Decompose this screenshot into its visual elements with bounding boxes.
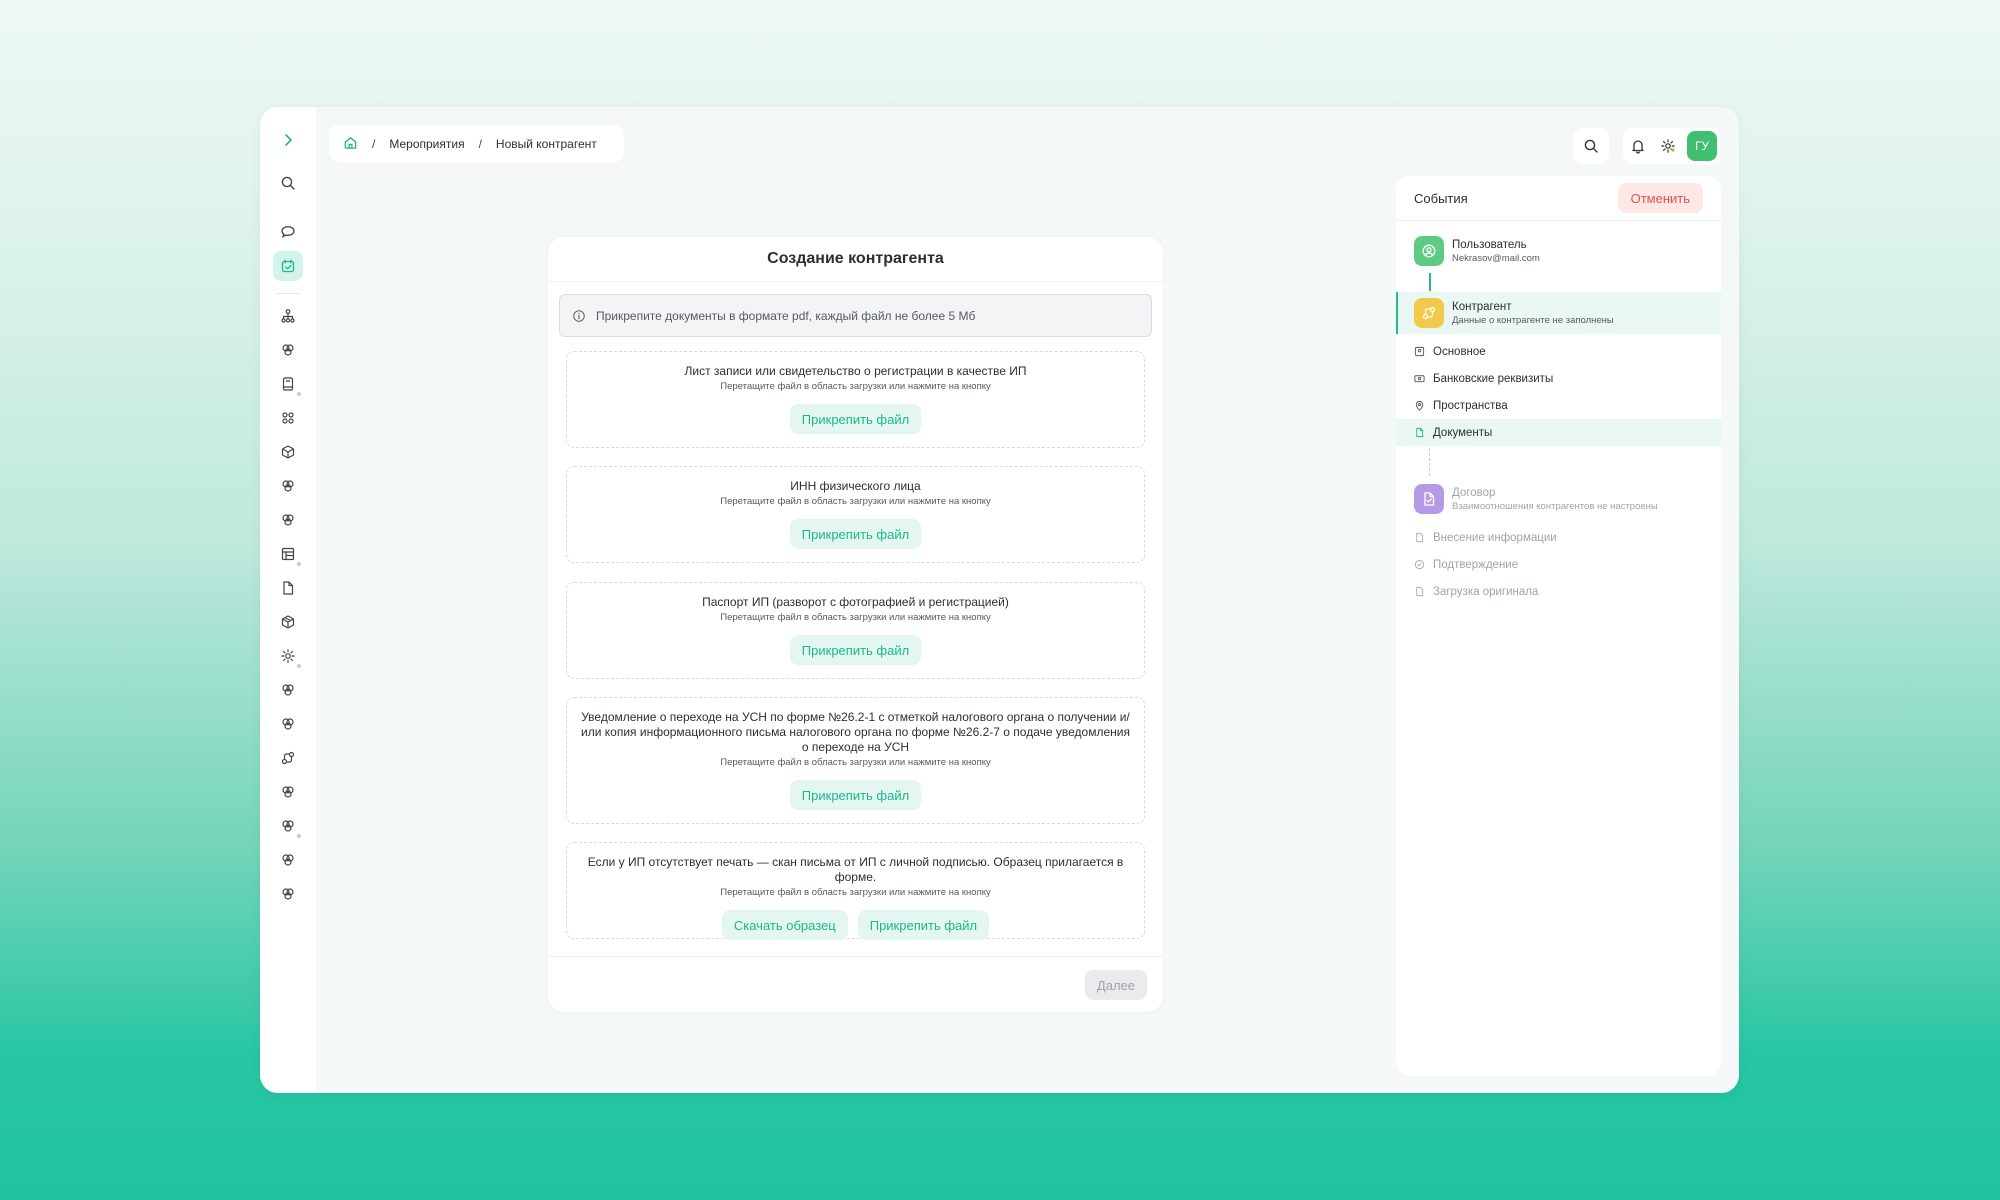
attach-file-button[interactable]: Прикрепить файл: [789, 780, 922, 810]
create-counterparty-card: Создание контрагента Прикрепите документ…: [548, 237, 1163, 1012]
info-banner: Прикрепите документы в формате pdf, кажд…: [559, 294, 1152, 337]
document-icon[interactable]: [273, 573, 303, 603]
upload-title: Если у ИП отсутствует печать — скан пись…: [587, 855, 1124, 884]
events-title: События: [1414, 190, 1468, 206]
upload-zone[interactable]: ИНН физического лица Перетащите файл в о…: [566, 466, 1145, 563]
layers-icon[interactable]: [273, 777, 303, 807]
user-controls: ГУ: [1623, 128, 1720, 164]
attach-file-button[interactable]: Прикрепить файл: [789, 404, 922, 434]
apps-icon[interactable]: [273, 403, 303, 433]
step-contract[interactable]: Договор Взаимоотношения контрагентов не …: [1396, 478, 1721, 520]
attach-file-button[interactable]: Прикрепить файл: [789, 519, 922, 549]
timeline-connector: [1429, 448, 1431, 476]
exchange-icon: [1414, 298, 1444, 328]
location-pin-icon: [1415, 400, 1424, 411]
boxes-icon[interactable]: [273, 607, 303, 637]
cancel-button[interactable]: Отменить: [1617, 183, 1703, 213]
document-icon: [1416, 586, 1424, 597]
breadcrumb: / Мероприятия / Новый контрагент: [329, 125, 624, 162]
avatar[interactable]: ГУ: [1687, 131, 1717, 161]
card-footer: Далее: [548, 956, 1163, 1012]
gear-icon: [1661, 139, 1675, 153]
substep-spaces[interactable]: Пространства: [1396, 392, 1721, 419]
upload-zone[interactable]: Если у ИП отсутствует печать — скан пись…: [566, 842, 1145, 940]
box-icon[interactable]: [273, 437, 303, 467]
breadcrumb-separator: /: [372, 136, 376, 151]
search-button[interactable]: [1573, 128, 1609, 164]
top-actions: ГУ: [1573, 128, 1720, 164]
document-icon: [1416, 427, 1424, 438]
home-icon[interactable]: [343, 135, 358, 153]
attach-file-button[interactable]: Прикрепить файл: [789, 635, 922, 665]
events-header: События Отменить: [1396, 176, 1721, 221]
upload-hint: Перетащите файл в область загрузки или н…: [720, 496, 991, 507]
step-user-email: Nekrasov@mail.com: [1452, 252, 1540, 264]
upload-zone[interactable]: Паспорт ИП (разворот с фотографией и рег…: [566, 582, 1145, 679]
upload-title: Уведомление о переходе на УСН по форме №…: [581, 710, 1130, 754]
substep-documents[interactable]: Документы: [1396, 419, 1721, 446]
step-counterparty[interactable]: Контрагент Данные о контрагенте не запол…: [1396, 292, 1721, 334]
upload-hint: Перетащите файл в область загрузки или н…: [720, 757, 991, 768]
bank-card-icon: [1414, 375, 1425, 383]
info-text: Прикрепите документы в формате pdf, кажд…: [596, 308, 976, 323]
upload-title: ИНН физического лица: [790, 479, 921, 493]
breadcrumb-item-current: Новый контрагент: [495, 136, 597, 151]
notifications-button[interactable]: [1623, 128, 1653, 164]
upload-title: Лист записи или свидетельство о регистра…: [684, 364, 1027, 378]
chat-icon[interactable]: [273, 217, 303, 247]
substep-confirmation[interactable]: Подтверждение: [1396, 551, 1721, 578]
layers-icon[interactable]: [273, 471, 303, 501]
expand-sidebar-chevron-icon[interactable]: [273, 125, 303, 155]
upload-hint: Перетащите файл в область загрузки или н…: [720, 887, 991, 898]
settings-button[interactable]: [1653, 128, 1683, 164]
card-title: Создание контрагента: [548, 237, 1163, 282]
step-user-name: Пользователь: [1452, 238, 1527, 251]
check-circle-icon: [1414, 559, 1425, 570]
document-icon: [1416, 532, 1424, 543]
layers-icon[interactable]: [273, 335, 303, 365]
events-panel: События Отменить Пользователь Nekrasov@m…: [1396, 176, 1721, 1076]
upload-hint: Перетащите файл в область загрузки или н…: [720, 381, 991, 392]
upload-title: Паспорт ИП (разворот с фотографией и рег…: [702, 595, 1009, 609]
main-area: / Мероприятия / Новый контрагент ГУ Созд…: [316, 107, 1739, 1093]
step-user[interactable]: Пользователь Nekrasov@mail.com: [1396, 230, 1721, 272]
app-window: / Мероприятия / Новый контрагент ГУ Созд…: [260, 107, 1739, 1093]
step-contract-status: Взаимоотношения контрагентов не настроен…: [1452, 500, 1658, 512]
download-sample-button[interactable]: Скачать образец: [721, 910, 848, 940]
org-structure-icon[interactable]: [273, 301, 303, 331]
upload-zone[interactable]: Лист записи или свидетельство о регистра…: [566, 351, 1145, 448]
substep-main[interactable]: Основное: [1396, 338, 1721, 365]
layers-icon[interactable]: [273, 879, 303, 909]
step-counterparty-name: Контрагент: [1452, 300, 1512, 313]
exchange-icon[interactable]: [273, 743, 303, 773]
upload-zone[interactable]: Уведомление о переходе на УСН по форме №…: [566, 697, 1145, 824]
step-contract-name: Договор: [1452, 486, 1496, 499]
user-icon: [1414, 236, 1444, 266]
info-icon: [573, 309, 585, 322]
upload-hint: Перетащите файл в область загрузки или н…: [720, 612, 991, 623]
layers-icon[interactable]: [273, 709, 303, 739]
substep-bank-details[interactable]: Банковские реквизиты: [1396, 365, 1721, 392]
layers-icon[interactable]: [273, 845, 303, 875]
step-counterparty-status: Данные о контрагенте не заполнены: [1452, 314, 1614, 326]
contract-icon: [1414, 484, 1444, 514]
scan-icon: [1414, 346, 1425, 357]
layers-icon[interactable]: [273, 505, 303, 535]
breadcrumb-item-events[interactable]: Мероприятия: [389, 137, 464, 151]
sidebar: [260, 107, 316, 1093]
timeline-connector: [1429, 273, 1431, 291]
breadcrumb-separator: /: [478, 136, 482, 151]
search-icon[interactable]: [273, 168, 303, 198]
next-button[interactable]: Далее: [1084, 970, 1147, 1000]
layers-icon[interactable]: [273, 675, 303, 705]
substep-upload-original[interactable]: Загрузка оригинала: [1396, 578, 1721, 605]
substep-enter-info[interactable]: Внесение информации: [1396, 524, 1721, 551]
events-icon[interactable]: [273, 251, 303, 281]
attach-file-button[interactable]: Прикрепить файл: [857, 910, 990, 940]
bell-icon: [1632, 140, 1644, 154]
search-icon: [1584, 139, 1598, 153]
